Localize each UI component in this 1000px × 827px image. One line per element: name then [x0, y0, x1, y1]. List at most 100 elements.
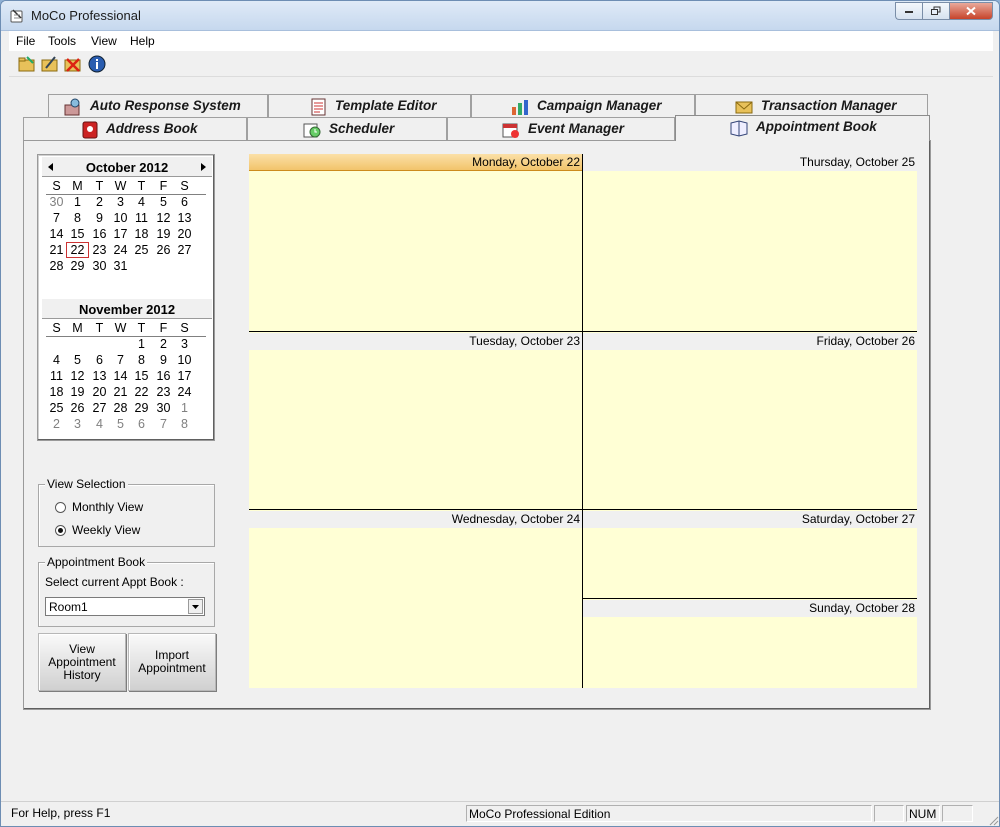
calendar-day[interactable]: 8 — [131, 353, 152, 367]
calendar-day[interactable]: 2 — [46, 417, 67, 431]
calendar-day[interactable]: 16 — [89, 227, 110, 241]
calendar-day[interactable]: 30 — [46, 195, 67, 209]
calendar-day[interactable]: 24 — [110, 243, 131, 257]
tab-campaign-manager[interactable]: Campaign Manager — [471, 94, 695, 118]
next-month-icon[interactable] — [198, 162, 208, 172]
calendar-day[interactable]: 27 — [89, 401, 110, 415]
tab-appointment-book[interactable]: Appointment Book — [675, 115, 930, 141]
view-appointment-history-button[interactable]: View Appointment History — [38, 633, 126, 691]
monthly-view-radio[interactable] — [55, 501, 66, 513]
info-icon[interactable] — [87, 54, 107, 74]
calendar-day[interactable]: 30 — [153, 401, 174, 415]
tab-event-manager[interactable]: Event Manager — [447, 117, 675, 141]
calendar-day[interactable]: 18 — [46, 385, 67, 399]
calendar-day[interactable]: 22 — [66, 242, 89, 258]
weekly-view-radio[interactable] — [55, 524, 66, 536]
calendar-day[interactable]: 2 — [89, 195, 110, 209]
calendar-day[interactable]: 4 — [46, 353, 67, 367]
import-appointment-button[interactable]: Import Appointment — [128, 633, 216, 691]
calendar-day[interactable]: 23 — [89, 243, 110, 257]
calendar-day[interactable]: 9 — [89, 211, 110, 225]
calendar-day[interactable]: 18 — [131, 227, 152, 241]
calendar-day[interactable]: 15 — [67, 227, 88, 241]
appt-book-select[interactable]: Room1 — [45, 597, 205, 616]
resize-grip-icon[interactable] — [987, 814, 999, 826]
maximize-button[interactable] — [922, 2, 949, 20]
calendar-day[interactable]: 19 — [67, 385, 88, 399]
calendar-day[interactable]: 3 — [110, 195, 131, 209]
calendar-day[interactable]: 7 — [153, 417, 174, 431]
calendar-day[interactable]: 3 — [174, 337, 195, 351]
calendar-day[interactable]: 4 — [89, 417, 110, 431]
calendar-day[interactable]: 13 — [174, 211, 195, 225]
calendar-day[interactable]: 25 — [131, 243, 152, 257]
minimize-button[interactable] — [895, 2, 922, 20]
calendar-day[interactable]: 28 — [46, 259, 67, 273]
calendar-day[interactable]: 23 — [153, 385, 174, 399]
dropdown-button[interactable] — [188, 599, 203, 614]
calendar-day[interactable]: 20 — [89, 385, 110, 399]
calendar-day[interactable]: 26 — [153, 243, 174, 257]
calendar-day[interactable]: 9 — [153, 353, 174, 367]
monthly-view-option[interactable]: Monthly View — [55, 500, 143, 514]
calendar-day[interactable]: 1 — [174, 401, 195, 415]
day-header-friday[interactable]: Friday, October 26 — [583, 333, 917, 350]
calendar-day[interactable]: 29 — [131, 401, 152, 415]
calendar-day[interactable]: 6 — [131, 417, 152, 431]
day-header-tuesday[interactable]: Tuesday, October 23 — [249, 333, 582, 350]
day-header-sunday[interactable]: Sunday, October 28 — [583, 600, 917, 617]
menu-help[interactable]: Help — [130, 34, 155, 48]
calendar-day[interactable]: 3 — [67, 417, 88, 431]
calendar-day[interactable]: 25 — [46, 401, 67, 415]
calendar-day[interactable]: 19 — [153, 227, 174, 241]
edit-folder-icon[interactable] — [40, 54, 60, 74]
calendar-day[interactable]: 21 — [46, 243, 67, 257]
calendar-day[interactable]: 26 — [67, 401, 88, 415]
day-header-thursday[interactable]: Thursday, October 25 — [583, 154, 917, 171]
calendar-day[interactable]: 6 — [89, 353, 110, 367]
calendar-day[interactable]: 8 — [67, 211, 88, 225]
open-folder-icon[interactable] — [17, 54, 37, 74]
calendar-day[interactable]: 31 — [110, 259, 131, 273]
tab-scheduler[interactable]: Scheduler — [247, 117, 447, 141]
menu-file[interactable]: File — [16, 34, 35, 48]
calendar-day[interactable]: 6 — [174, 195, 195, 209]
calendar-day[interactable]: 5 — [110, 417, 131, 431]
calendar-day[interactable]: 11 — [131, 211, 152, 225]
calendar-day[interactable]: 12 — [153, 211, 174, 225]
week-view[interactable]: Monday, October 22 Tuesday, October 23 W… — [249, 154, 917, 688]
calendar-day[interactable]: 14 — [110, 369, 131, 383]
calendar-day[interactable]: 1 — [67, 195, 88, 209]
day-header-monday[interactable]: Monday, October 22 — [249, 154, 582, 171]
calendar-day[interactable]: 17 — [174, 369, 195, 383]
calendar-day[interactable]: 4 — [131, 195, 152, 209]
calendar-day[interactable]: 20 — [174, 227, 195, 241]
calendar-day[interactable]: 30 — [89, 259, 110, 273]
menu-view[interactable]: View — [91, 34, 117, 48]
calendar-day[interactable]: 16 — [153, 369, 174, 383]
calendar-day[interactable]: 17 — [110, 227, 131, 241]
calendar-day[interactable]: 12 — [67, 369, 88, 383]
calendar-day[interactable]: 10 — [110, 211, 131, 225]
close-button[interactable] — [949, 2, 993, 20]
calendar-day[interactable]: 1 — [131, 337, 152, 351]
tab-template-editor[interactable]: Template Editor — [268, 94, 471, 118]
day-header-saturday[interactable]: Saturday, October 27 — [583, 511, 917, 528]
menu-tools[interactable]: Tools — [48, 34, 76, 48]
calendar-day[interactable]: 2 — [153, 337, 174, 351]
calendar-day[interactable]: 24 — [174, 385, 195, 399]
calendar-day[interactable]: 11 — [46, 369, 67, 383]
calendar-day[interactable]: 21 — [110, 385, 131, 399]
calendar-day[interactable]: 13 — [89, 369, 110, 383]
calendar-day[interactable]: 14 — [46, 227, 67, 241]
calendar-day[interactable]: 5 — [67, 353, 88, 367]
calendar-day[interactable]: 7 — [110, 353, 131, 367]
title-bar[interactable]: MoCo Professional — [1, 1, 999, 31]
tab-auto-response-system[interactable]: Auto Response System — [48, 94, 268, 118]
weekly-view-option[interactable]: Weekly View — [55, 523, 140, 537]
calendar-day[interactable]: 22 — [131, 385, 152, 399]
delete-icon[interactable] — [63, 54, 83, 74]
month-calendar[interactable]: October 2012 S M T W T F S 30 1 2 3 4 5 6 7 8 9 10… — [37, 154, 215, 441]
calendar-day[interactable]: 28 — [110, 401, 131, 415]
calendar-day[interactable]: 27 — [174, 243, 195, 257]
